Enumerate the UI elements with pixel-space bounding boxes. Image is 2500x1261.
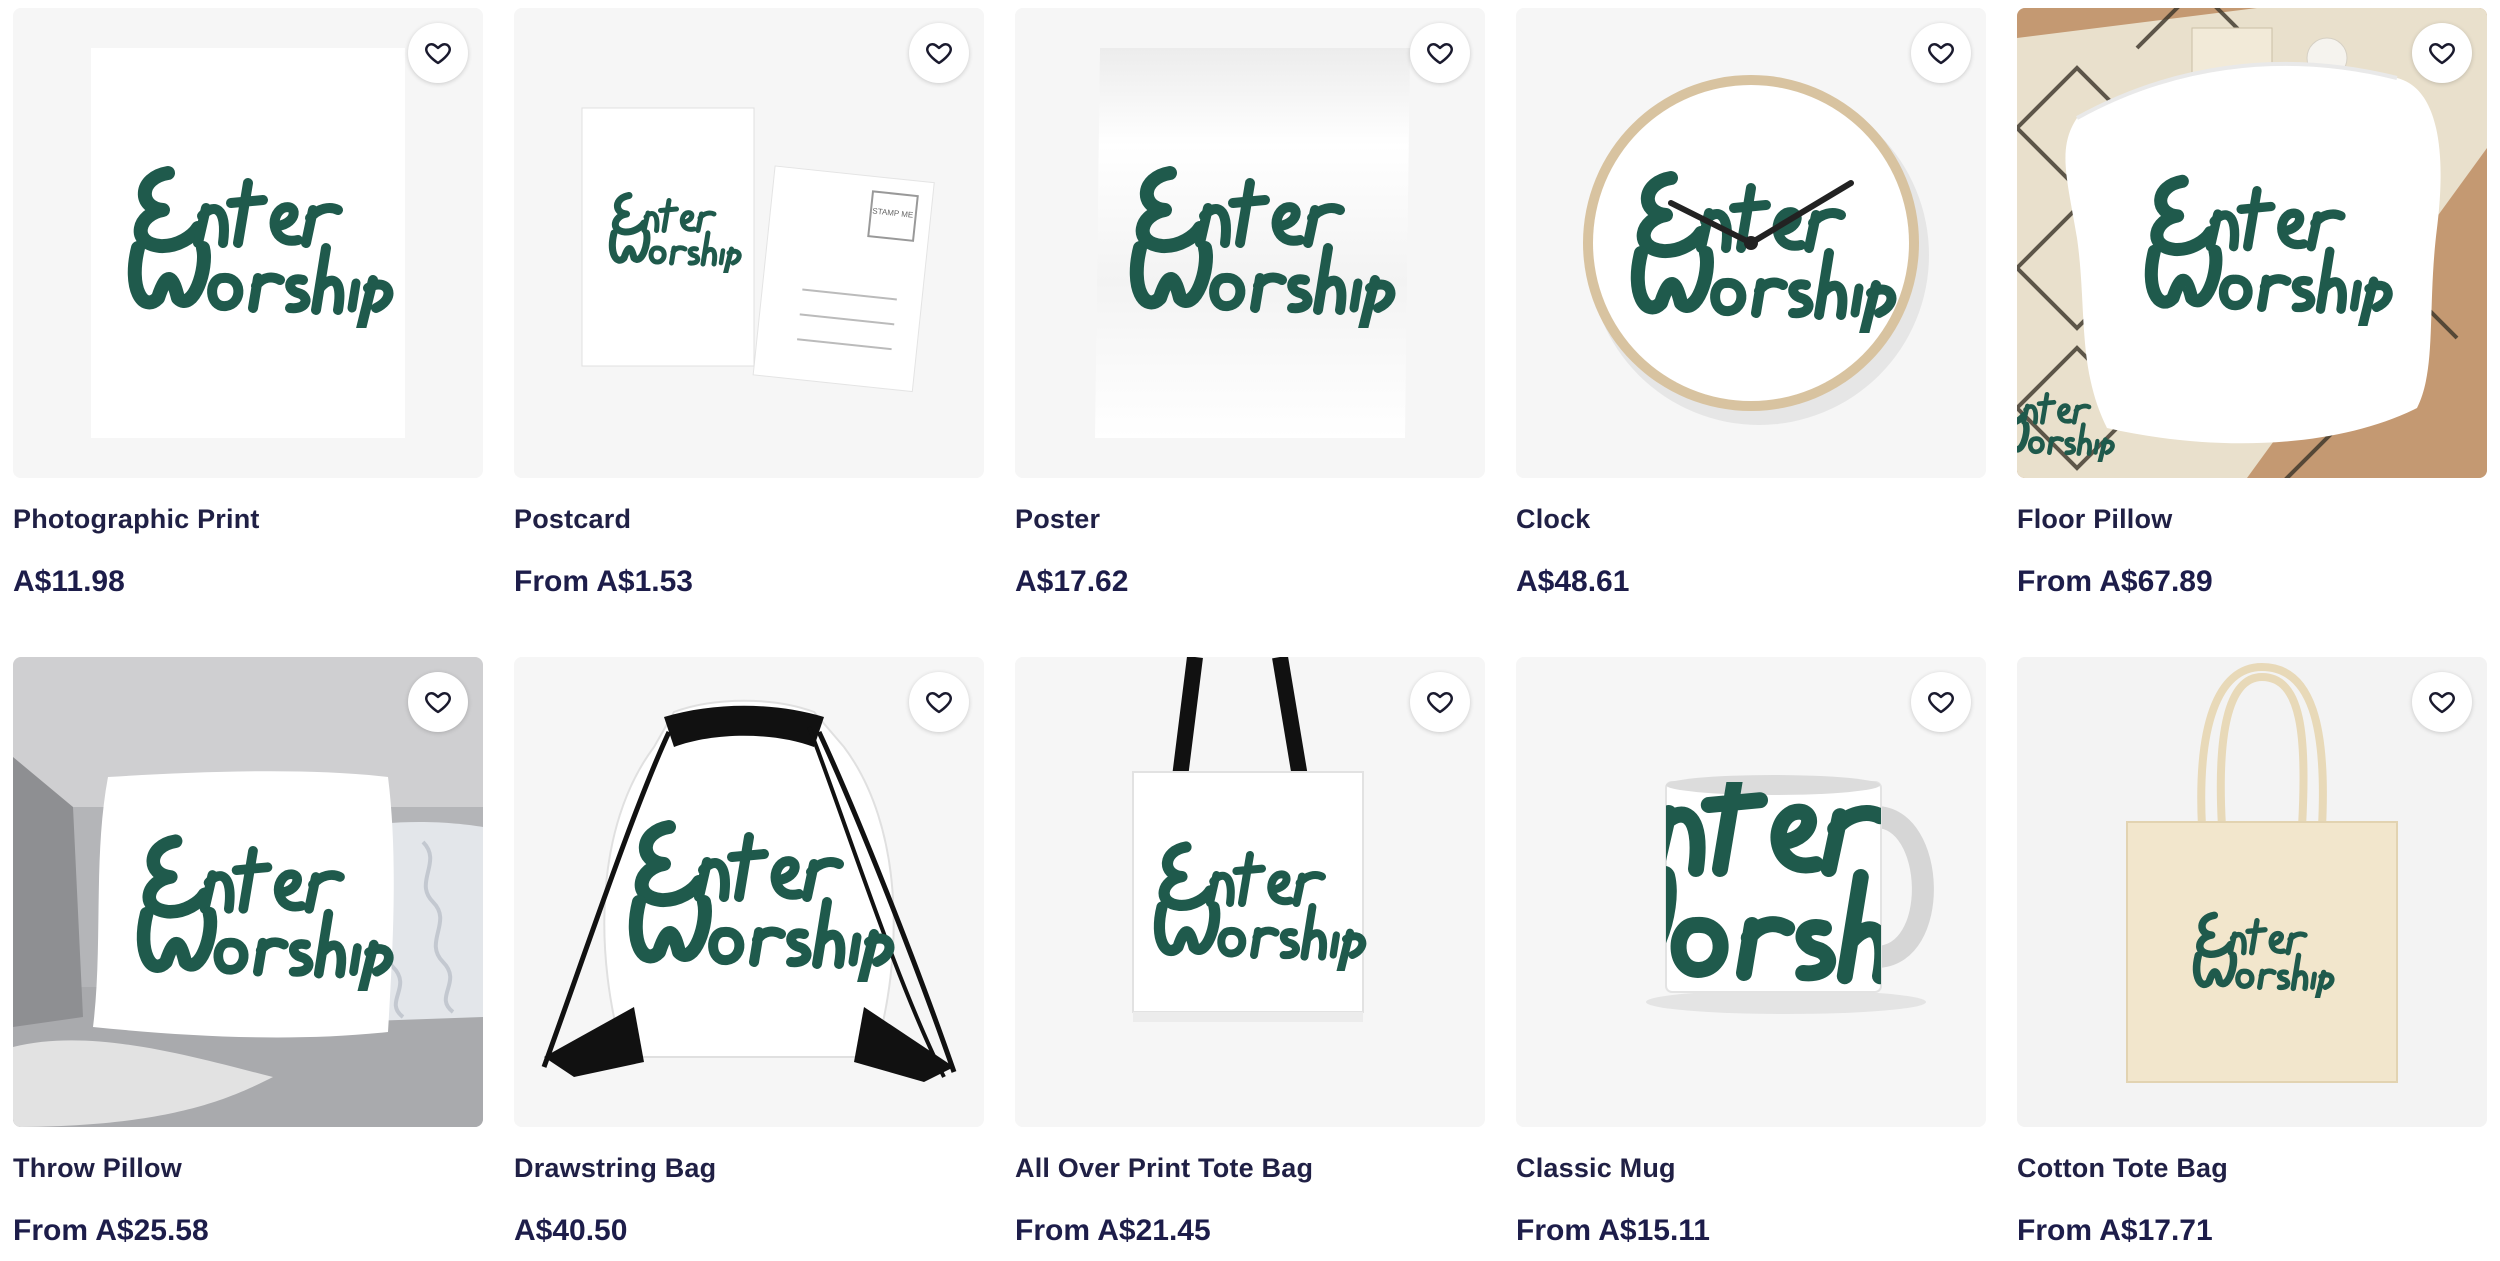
- product-title[interactable]: Floor Pillow: [2017, 502, 2487, 536]
- favorite-button[interactable]: [408, 672, 468, 732]
- heart-outline-icon: [1427, 692, 1453, 714]
- favorite-button[interactable]: [408, 23, 468, 83]
- favorite-button[interactable]: [909, 672, 969, 732]
- heart-outline-icon: [425, 692, 451, 714]
- favorite-button[interactable]: [2412, 672, 2472, 732]
- heart-outline-icon: [425, 43, 451, 65]
- favorite-button[interactable]: [1410, 672, 1470, 732]
- product-card-cotton-tote-bag[interactable]: Cotton Tote Bag From A$17.71: [2017, 657, 2487, 1249]
- product-grid: Photographic Print A$11.98 STAMP ME Post…: [0, 0, 2500, 1261]
- product-price: A$40.50: [514, 1214, 628, 1247]
- product-price: From A$17.71: [2017, 1214, 2213, 1247]
- product-card-classic-mug[interactable]: Classic Mug From A$15.11: [1516, 657, 1986, 1249]
- product-card-photographic-print[interactable]: Photographic Print A$11.98: [13, 8, 483, 600]
- favorite-button[interactable]: [909, 23, 969, 83]
- product-image[interactable]: [1015, 657, 1485, 1127]
- product-image[interactable]: [2017, 657, 2487, 1127]
- product-image[interactable]: [13, 657, 483, 1127]
- product-card-clock[interactable]: Clock A$48.61: [1516, 8, 1986, 600]
- heart-outline-icon: [2429, 43, 2455, 65]
- product-image[interactable]: [2017, 8, 2487, 478]
- product-title[interactable]: Classic Mug: [1516, 1151, 1986, 1185]
- product-title[interactable]: All Over Print Tote Bag: [1015, 1151, 1485, 1185]
- heart-outline-icon: [926, 692, 952, 714]
- product-title[interactable]: Cotton Tote Bag: [2017, 1151, 2487, 1185]
- product-image[interactable]: [514, 657, 984, 1127]
- product-card-poster[interactable]: Poster A$17.62: [1015, 8, 1485, 600]
- product-image[interactable]: [1516, 657, 1986, 1127]
- product-price: From A$1.53: [514, 565, 693, 598]
- product-image[interactable]: [1015, 8, 1485, 478]
- heart-outline-icon: [2429, 692, 2455, 714]
- product-title[interactable]: Drawstring Bag: [514, 1151, 984, 1185]
- favorite-button[interactable]: [1911, 672, 1971, 732]
- product-card-all-over-print-tote-bag[interactable]: All Over Print Tote Bag From A$21.45: [1015, 657, 1485, 1249]
- favorite-button[interactable]: [1410, 23, 1470, 83]
- product-price: From A$15.11: [1516, 1214, 1710, 1247]
- product-card-throw-pillow[interactable]: Throw Pillow From A$25.58: [13, 657, 483, 1249]
- favorite-button[interactable]: [1911, 23, 1971, 83]
- product-title[interactable]: Clock: [1516, 502, 1986, 536]
- product-title[interactable]: Postcard: [514, 502, 984, 536]
- heart-outline-icon: [1427, 43, 1453, 65]
- product-image[interactable]: [13, 8, 483, 478]
- product-price: From A$25.58: [13, 1214, 209, 1247]
- product-title[interactable]: Photographic Print: [13, 502, 483, 536]
- product-image[interactable]: STAMP ME: [514, 8, 984, 478]
- product-price: A$11.98: [13, 565, 125, 598]
- heart-outline-icon: [1928, 43, 1954, 65]
- heart-outline-icon: [926, 43, 952, 65]
- favorite-button[interactable]: [2412, 23, 2472, 83]
- product-card-postcard[interactable]: STAMP ME Postcard From A$1.53: [514, 8, 984, 600]
- product-price: A$17.62: [1015, 565, 1129, 598]
- product-price: From A$21.45: [1015, 1214, 1211, 1247]
- product-card-floor-pillow[interactable]: Floor Pillow From A$67.89: [2017, 8, 2487, 600]
- product-price: A$48.61: [1516, 565, 1630, 598]
- product-price: From A$67.89: [2017, 565, 2213, 598]
- product-title[interactable]: Poster: [1015, 502, 1485, 536]
- product-image[interactable]: [1516, 8, 1986, 478]
- heart-outline-icon: [1928, 692, 1954, 714]
- product-title[interactable]: Throw Pillow: [13, 1151, 483, 1185]
- product-card-drawstring-bag[interactable]: Drawstring Bag A$40.50: [514, 657, 984, 1249]
